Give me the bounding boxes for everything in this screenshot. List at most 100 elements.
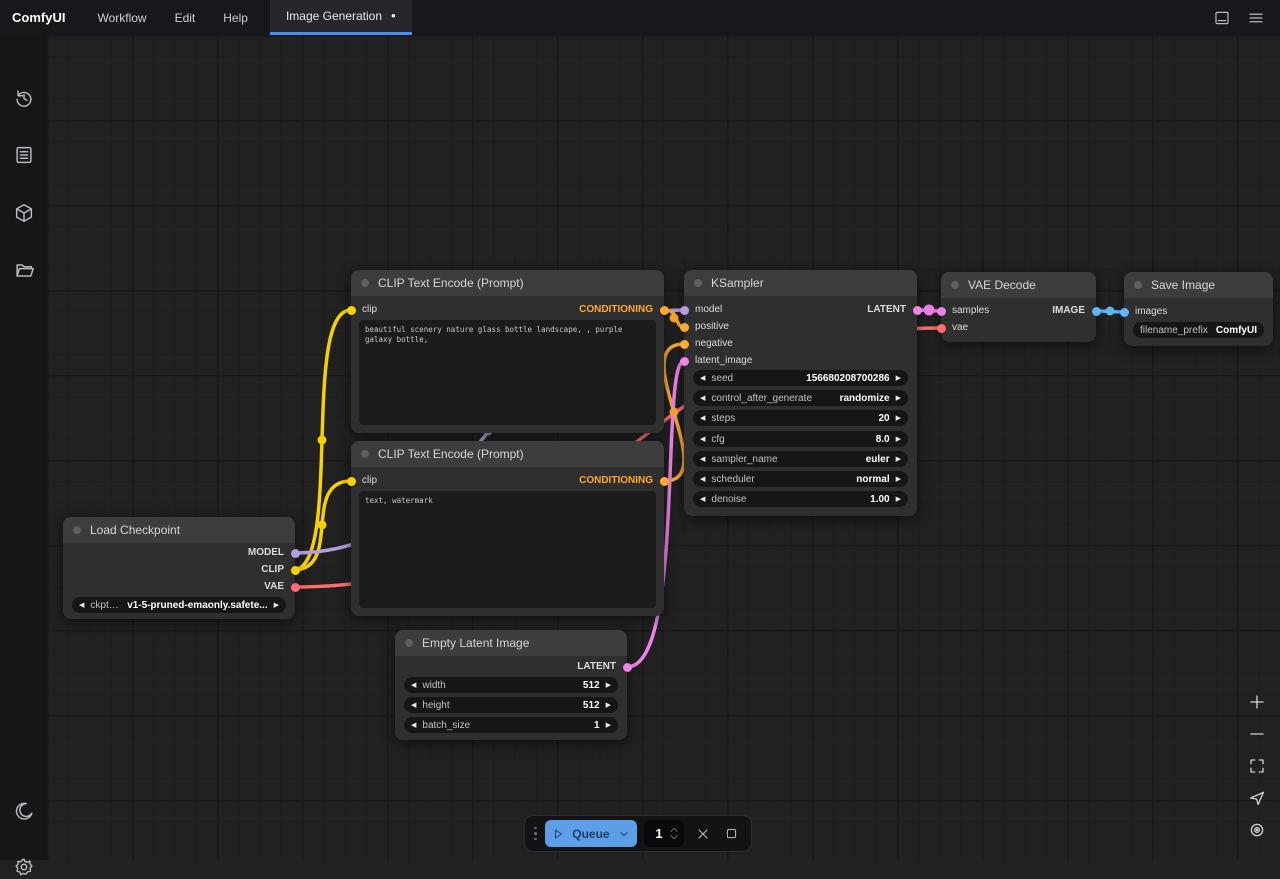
stepper-down-icon[interactable] bbox=[669, 834, 679, 841]
widget-left-arrow-icon[interactable]: ◀ bbox=[700, 475, 705, 483]
port-vae-out[interactable] bbox=[291, 583, 300, 592]
queue-bar-drag-handle[interactable] bbox=[533, 827, 538, 841]
collapse-dot[interactable] bbox=[361, 279, 369, 287]
port-model-in[interactable] bbox=[680, 306, 689, 315]
widget-height[interactable]: ◀ height 512 ▶ bbox=[404, 697, 618, 713]
port-clip-in[interactable] bbox=[347, 477, 356, 486]
node-header[interactable]: VAE Decode bbox=[941, 272, 1096, 298]
menu-workflow[interactable]: Workflow bbox=[83, 0, 160, 35]
widget-right-arrow-icon[interactable]: ▶ bbox=[606, 681, 611, 689]
widget-right-arrow-icon[interactable]: ▶ bbox=[896, 414, 901, 422]
port-samples-in[interactable] bbox=[937, 307, 946, 316]
port-latent-out[interactable] bbox=[913, 306, 922, 315]
widget-denoise[interactable]: ◀ denoise 1.00 ▶ bbox=[693, 491, 908, 507]
zoom-out-icon[interactable] bbox=[1244, 724, 1270, 743]
widget-right-arrow-icon[interactable]: ▶ bbox=[606, 721, 611, 729]
widget-left-arrow-icon[interactable]: ◀ bbox=[700, 394, 705, 402]
port-images-in[interactable] bbox=[1120, 308, 1129, 317]
chevron-down-icon[interactable] bbox=[618, 828, 630, 840]
widget-left-arrow-icon[interactable]: ◀ bbox=[700, 455, 705, 463]
collapse-dot[interactable] bbox=[1134, 281, 1142, 289]
port-negative-in[interactable] bbox=[680, 340, 689, 349]
widget-seed[interactable]: ◀ seed 156680208700286 ▶ bbox=[693, 370, 908, 386]
node-ksampler[interactable]: KSampler model positive negative latent_… bbox=[684, 270, 917, 516]
widget-right-arrow-icon[interactable]: ▶ bbox=[896, 455, 901, 463]
stepper-up-icon[interactable] bbox=[669, 826, 679, 833]
queue-button[interactable]: Queue bbox=[545, 820, 638, 847]
theme-toggle-moon-icon[interactable] bbox=[12, 799, 36, 823]
port-conditioning-out[interactable] bbox=[660, 306, 669, 315]
hamburger-menu-icon[interactable] bbox=[1244, 6, 1268, 30]
node-clip-text-encode-positive[interactable]: CLIP Text Encode (Prompt) clip CONDITION… bbox=[351, 270, 664, 433]
bottom-panel-toggle-icon[interactable] bbox=[1210, 6, 1234, 30]
port-image-out[interactable] bbox=[1092, 307, 1101, 316]
widget-right-arrow-icon[interactable]: ▶ bbox=[606, 701, 611, 709]
widget-right-arrow-icon[interactable]: ▶ bbox=[274, 601, 279, 609]
node-load-checkpoint[interactable]: Load Checkpoint MODEL CLIP VAE ◀ ckpt_na… bbox=[63, 517, 295, 619]
node-vae-decode[interactable]: VAE Decode samples vae IMAGE bbox=[941, 272, 1096, 342]
collapse-dot[interactable] bbox=[694, 279, 702, 287]
widget-width[interactable]: ◀ width 512 ▶ bbox=[404, 677, 618, 693]
widget-left-arrow-icon[interactable]: ◀ bbox=[700, 374, 705, 382]
widget-ckpt-name[interactable]: ◀ ckpt_name v1-5-pruned-emaonly.safete..… bbox=[72, 597, 286, 613]
clear-queue-icon[interactable] bbox=[691, 822, 713, 846]
prompt-textarea[interactable]: text, watermark bbox=[359, 491, 656, 608]
prompt-textarea[interactable]: beautiful scenery nature glass bottle la… bbox=[359, 320, 656, 425]
port-vae-in[interactable] bbox=[937, 324, 946, 333]
collapse-dot[interactable] bbox=[73, 526, 81, 534]
settings-gear-icon[interactable] bbox=[12, 855, 36, 879]
port-model-out[interactable] bbox=[291, 549, 300, 558]
widget-left-arrow-icon[interactable]: ◀ bbox=[411, 721, 416, 729]
port-conditioning-out[interactable] bbox=[660, 477, 669, 486]
port-clip-out[interactable] bbox=[291, 566, 300, 575]
node-library-icon[interactable] bbox=[12, 143, 36, 167]
collapse-dot[interactable] bbox=[951, 281, 959, 289]
widget-left-arrow-icon[interactable]: ◀ bbox=[79, 601, 84, 609]
collapse-dot[interactable] bbox=[361, 450, 369, 458]
node-header[interactable]: CLIP Text Encode (Prompt) bbox=[351, 270, 664, 296]
menu-help[interactable]: Help bbox=[209, 0, 262, 35]
batch-count-input[interactable]: 1 bbox=[644, 820, 684, 847]
widget-right-arrow-icon[interactable]: ▶ bbox=[896, 394, 901, 402]
node-header[interactable]: CLIP Text Encode (Prompt) bbox=[351, 441, 664, 467]
widget-steps[interactable]: ◀ steps 20 ▶ bbox=[693, 410, 908, 426]
widget-left-arrow-icon[interactable]: ◀ bbox=[700, 414, 705, 422]
node-header[interactable]: Load Checkpoint bbox=[63, 517, 295, 543]
node-empty-latent-image[interactable]: Empty Latent Image LATENT ◀ width 512 ▶ … bbox=[395, 630, 627, 740]
node-header[interactable]: Empty Latent Image bbox=[395, 630, 627, 656]
node-clip-text-encode-negative[interactable]: CLIP Text Encode (Prompt) clip CONDITION… bbox=[351, 441, 664, 616]
widget-left-arrow-icon[interactable]: ◀ bbox=[411, 701, 416, 709]
widget-left-arrow-icon[interactable]: ◀ bbox=[700, 495, 705, 503]
widget-control-after-generate[interactable]: ◀ control_after_generate randomize ▶ bbox=[693, 390, 908, 406]
workflows-folder-icon[interactable] bbox=[12, 258, 36, 282]
node-save-image[interactable]: Save Image images filename_prefix ComfyU… bbox=[1124, 272, 1273, 346]
widget-right-arrow-icon[interactable]: ▶ bbox=[896, 435, 901, 443]
collapse-dot[interactable] bbox=[405, 639, 413, 647]
fit-view-icon[interactable] bbox=[1244, 756, 1270, 775]
port-latent-in[interactable] bbox=[680, 357, 689, 366]
port-positive-in[interactable] bbox=[680, 323, 689, 332]
port-clip-in[interactable] bbox=[347, 306, 356, 315]
toggle-link-visibility-eye-icon[interactable] bbox=[1244, 820, 1270, 839]
node-header[interactable]: Save Image bbox=[1124, 272, 1273, 298]
widget-left-arrow-icon[interactable]: ◀ bbox=[411, 681, 416, 689]
node-header[interactable]: KSampler bbox=[684, 270, 917, 296]
widget-right-arrow-icon[interactable]: ▶ bbox=[896, 374, 901, 382]
input-samples: samples bbox=[952, 303, 989, 319]
widget-sampler-name[interactable]: ◀ sampler_name euler ▶ bbox=[693, 451, 908, 467]
select-mode-cursor-icon[interactable] bbox=[1244, 788, 1270, 807]
widget-filename-prefix[interactable]: filename_prefix ComfyUI bbox=[1133, 322, 1264, 338]
widget-right-arrow-icon[interactable]: ▶ bbox=[896, 495, 901, 503]
port-latent-out[interactable] bbox=[623, 663, 632, 672]
widget-cfg[interactable]: ◀ cfg 8.0 ▶ bbox=[693, 431, 908, 447]
widget-left-arrow-icon[interactable]: ◀ bbox=[700, 435, 705, 443]
stop-icon[interactable] bbox=[721, 822, 743, 846]
widget-right-arrow-icon[interactable]: ▶ bbox=[896, 475, 901, 483]
menu-edit[interactable]: Edit bbox=[161, 0, 210, 35]
model-library-icon[interactable] bbox=[12, 201, 36, 225]
zoom-in-icon[interactable] bbox=[1244, 692, 1270, 711]
widget-batch-size[interactable]: ◀ batch_size 1 ▶ bbox=[404, 717, 618, 733]
tab-image-generation[interactable]: Image Generation ● bbox=[270, 0, 412, 35]
widget-scheduler[interactable]: ◀ scheduler normal ▶ bbox=[693, 471, 908, 487]
queue-history-icon[interactable] bbox=[12, 86, 36, 110]
